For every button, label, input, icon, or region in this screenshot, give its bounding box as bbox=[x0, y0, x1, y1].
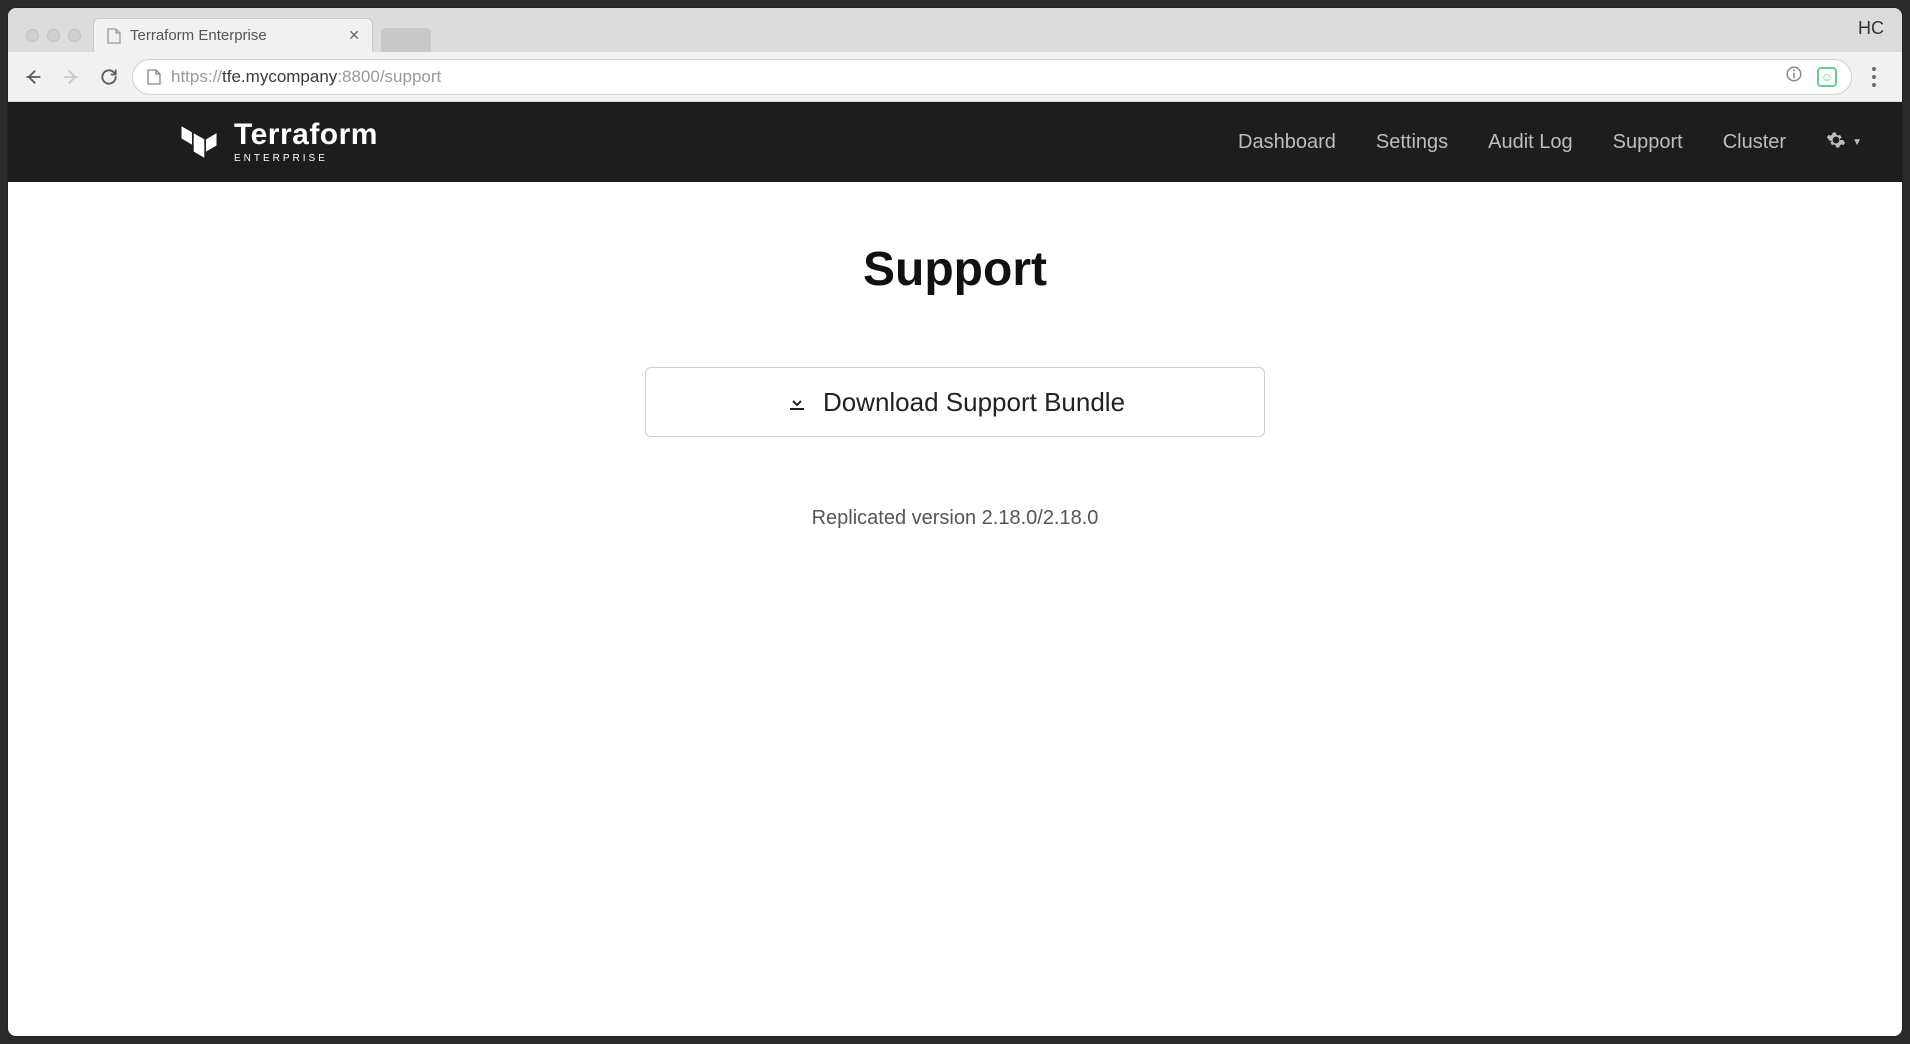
reload-button[interactable] bbox=[94, 62, 124, 92]
forward-button[interactable] bbox=[56, 62, 86, 92]
nav-cluster[interactable]: Cluster bbox=[1723, 131, 1786, 154]
profile-badge[interactable]: HC bbox=[1858, 18, 1884, 39]
site-info-icon[interactable] bbox=[147, 69, 161, 85]
app-header: Terraform ENTERPRISE Dashboard Settings … bbox=[8, 102, 1902, 182]
terraform-logo-icon bbox=[178, 121, 220, 163]
maximize-window-icon[interactable] bbox=[68, 29, 81, 42]
new-tab-button[interactable] bbox=[381, 28, 431, 52]
close-tab-icon[interactable]: ✕ bbox=[348, 27, 360, 44]
nav-settings-menu[interactable]: ▼ bbox=[1826, 130, 1862, 155]
back-button[interactable] bbox=[18, 62, 48, 92]
browser-toolbar: https://tfe.mycompany:8800/support ☺ bbox=[8, 52, 1902, 102]
tab-strip: Terraform Enterprise ✕ HC bbox=[8, 8, 1902, 52]
brand-subtitle: ENTERPRISE bbox=[234, 154, 378, 164]
address-bar[interactable]: https://tfe.mycompany:8800/support ☺ bbox=[132, 59, 1852, 95]
extension-icon[interactable]: ☺ bbox=[1817, 67, 1837, 87]
chevron-down-icon: ▼ bbox=[1852, 137, 1862, 148]
nav-dashboard[interactable]: Dashboard bbox=[1238, 131, 1336, 154]
app-nav: Dashboard Settings Audit Log Support Clu… bbox=[1238, 130, 1862, 155]
nav-settings[interactable]: Settings bbox=[1376, 131, 1448, 154]
url-text: https://tfe.mycompany:8800/support bbox=[171, 67, 441, 87]
download-button-label: Download Support Bundle bbox=[823, 387, 1125, 418]
tab-title: Terraform Enterprise bbox=[130, 27, 267, 44]
minimize-window-icon[interactable] bbox=[47, 29, 60, 42]
page-icon bbox=[106, 28, 122, 44]
app-viewport: Terraform ENTERPRISE Dashboard Settings … bbox=[8, 102, 1902, 1036]
window-controls[interactable] bbox=[16, 29, 93, 52]
download-support-bundle-button[interactable]: Download Support Bundle bbox=[645, 367, 1265, 437]
brand-name: Terraform bbox=[234, 120, 378, 150]
version-text: Replicated version 2.18.0/2.18.0 bbox=[8, 507, 1902, 530]
browser-menu-button[interactable] bbox=[1860, 67, 1888, 87]
browser-window: Terraform Enterprise ✕ HC https://tfe.my… bbox=[8, 8, 1902, 1036]
gear-icon bbox=[1826, 130, 1846, 155]
brand[interactable]: Terraform ENTERPRISE bbox=[178, 120, 378, 164]
page-content: Support Download Support Bundle Replicat… bbox=[8, 182, 1902, 530]
close-window-icon[interactable] bbox=[26, 29, 39, 42]
page-title: Support bbox=[8, 242, 1902, 297]
nav-audit-log[interactable]: Audit Log bbox=[1488, 131, 1573, 154]
nav-support[interactable]: Support bbox=[1613, 131, 1683, 154]
browser-tab[interactable]: Terraform Enterprise ✕ bbox=[93, 18, 373, 52]
download-icon bbox=[785, 390, 809, 414]
info-icon[interactable] bbox=[1785, 65, 1803, 88]
